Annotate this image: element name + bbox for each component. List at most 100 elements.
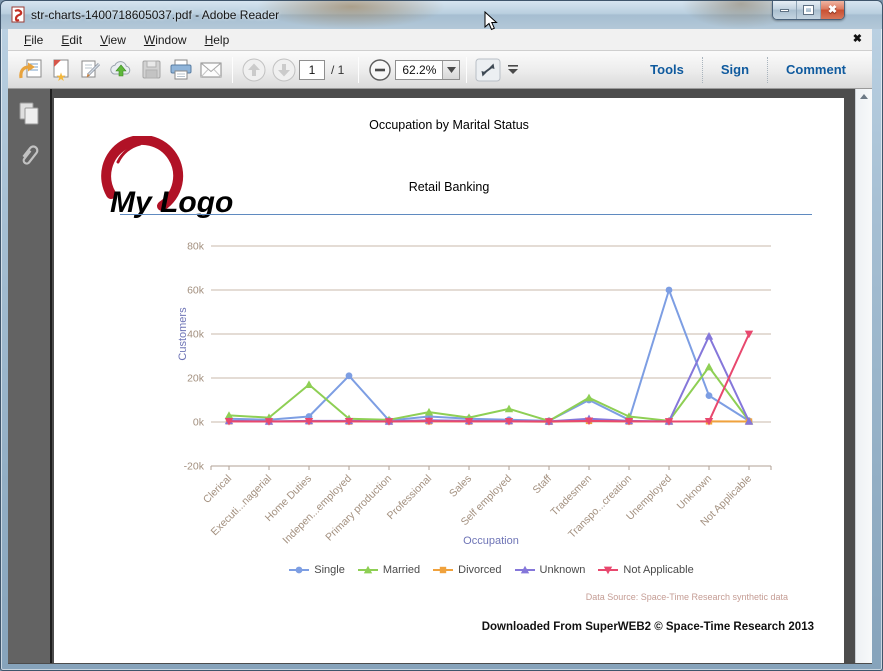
print-icon: [170, 59, 192, 79]
line-chart: 80k60k40k20k0k-20kClericalExecuti...nage…: [177, 241, 772, 547]
sign-doc-icon: [81, 60, 101, 77]
svg-text:Unknown: Unknown: [675, 473, 715, 513]
window-controls: ✖: [772, 1, 845, 20]
svg-text:Clerical: Clerical: [201, 473, 234, 506]
legend-item: Divorced: [432, 564, 502, 576]
menu-edit[interactable]: Edit: [52, 30, 91, 50]
prev-page-icon: [242, 58, 266, 81]
page-total-label: / 1: [331, 62, 345, 77]
menu-help[interactable]: Help: [196, 30, 239, 50]
title-bar[interactable]: str-charts-1400718605037.pdf - Adobe Rea…: [1, 1, 882, 29]
create-pdf-icon: ★: [53, 59, 69, 82]
legend-label: Single: [314, 564, 345, 576]
svg-text:Occupation: Occupation: [463, 535, 519, 547]
sign-document-button[interactable]: [76, 55, 106, 85]
svg-text:Indepen...employed: Indepen...employed: [280, 473, 354, 547]
legend-label: Divorced: [458, 564, 502, 576]
legend-label: Married: [382, 564, 421, 576]
legend-marker-icon: [433, 566, 454, 574]
legend-marker-icon: [289, 566, 310, 574]
fit-window-icon: [475, 58, 501, 81]
zoom-dropdown-button[interactable]: [442, 60, 460, 79]
cloud-upload-icon: [110, 60, 131, 76]
toolbar-overflow-button[interactable]: [503, 55, 523, 85]
vertical-scrollbar[interactable]: [855, 89, 872, 663]
menu-window[interactable]: Window: [135, 30, 196, 50]
minimize-icon: [780, 8, 789, 12]
legend-marker-icon: [357, 565, 378, 574]
legend-item: Single: [288, 564, 345, 576]
adobe-reader-window: str-charts-1400718605037.pdf - Adobe Rea…: [0, 0, 883, 671]
create-pdf-button[interactable]: ★: [46, 55, 76, 85]
restore-button[interactable]: [797, 1, 821, 19]
fit-window-button[interactable]: [473, 55, 503, 85]
toolbar-separator: [466, 56, 468, 83]
toolbar-separator: [358, 56, 360, 83]
zoom-out-button[interactable]: [365, 55, 395, 85]
close-button[interactable]: ✖: [821, 1, 844, 19]
minimize-button[interactable]: [773, 1, 797, 19]
window-title: str-charts-1400718605037.pdf - Adobe Rea…: [31, 8, 280, 22]
toolbar: ★ 1 / 1 62.2% Tools Sign Comment: [8, 51, 872, 89]
legend-marker-icon: [514, 565, 535, 574]
glass-smudge: [256, 1, 446, 29]
download-footer: Downloaded From SuperWEB2 © Space-Time R…: [481, 621, 814, 633]
menu-file[interactable]: File: [15, 30, 52, 50]
pdf-page: Occupation by Marital Status My Logo Ret…: [54, 98, 844, 663]
chart-legend: Single Married Divorced Unknown Not Applicab…: [174, 564, 808, 576]
svg-text:40k: 40k: [187, 329, 205, 341]
svg-text:60k: 60k: [187, 285, 205, 297]
header-divider: [120, 214, 812, 215]
menubar-close-icon[interactable]: ✖: [853, 32, 862, 45]
chevron-down-icon: [446, 66, 456, 73]
toolbar-panels: Tools Sign Comment: [632, 51, 864, 88]
zoom-level-value[interactable]: 62.2%: [396, 63, 442, 77]
legend-item: Married: [357, 564, 420, 576]
scroll-up-icon[interactable]: [856, 89, 872, 104]
cloud-upload-button[interactable]: [106, 55, 136, 85]
svg-text:80k: 80k: [187, 241, 205, 253]
legend-item: Unknown: [514, 564, 586, 576]
legend-label: Not Applicable: [623, 564, 694, 576]
next-page-icon: [272, 58, 296, 81]
svg-text:★: ★: [56, 70, 67, 82]
zoom-out-icon: [369, 58, 392, 81]
svg-text:Sales: Sales: [447, 473, 474, 500]
page-number-input[interactable]: [299, 59, 325, 80]
navigation-pane: [8, 89, 52, 663]
menu-bar: File Edit View Window Help ✖: [8, 29, 872, 51]
open-button[interactable]: [16, 55, 46, 85]
page-thumbnails-icon: [19, 102, 39, 125]
previous-page-button[interactable]: [239, 55, 269, 85]
client-area: File Edit View Window Help ✖ ★ 1 / 1 62.…: [8, 29, 872, 664]
legend-item: Not Applicable: [597, 564, 694, 576]
svg-text:-20k: -20k: [184, 461, 205, 473]
tools-panel-button[interactable]: Tools: [632, 57, 702, 83]
save-icon: [142, 60, 161, 78]
menu-view[interactable]: View: [91, 30, 135, 50]
svg-text:Customers: Customers: [177, 307, 189, 361]
email-button[interactable]: [196, 55, 226, 85]
logo-swoosh-icon: My Logo: [101, 134, 233, 219]
next-page-button[interactable]: [269, 55, 299, 85]
data-source-note: Data Source: Space-Time Research synthet…: [585, 592, 788, 602]
toolbar-overflow-icon: [508, 65, 519, 74]
mouse-cursor: [484, 11, 498, 31]
toolbar-separator: [232, 56, 233, 83]
pdf-file-icon: [10, 6, 26, 28]
restore-icon: [803, 5, 814, 15]
save-button[interactable]: [136, 55, 166, 85]
page-thumbnails-button[interactable]: [12, 97, 46, 131]
chart-subtitle: Retail Banking: [408, 180, 490, 194]
legend-label: Unknown: [539, 564, 586, 576]
chart-title: Occupation by Marital Status: [369, 118, 529, 132]
print-button[interactable]: [166, 55, 196, 85]
email-icon: [200, 62, 222, 77]
attachments-button[interactable]: [12, 139, 46, 173]
zoom-control: 62.2%: [395, 59, 461, 80]
document-area: Occupation by Marital Status My Logo Ret…: [8, 89, 872, 663]
svg-text:20k: 20k: [187, 373, 205, 385]
sign-panel-button[interactable]: Sign: [701, 56, 767, 83]
comment-panel-button[interactable]: Comment: [767, 56, 864, 83]
attachments-icon: [22, 145, 39, 165]
